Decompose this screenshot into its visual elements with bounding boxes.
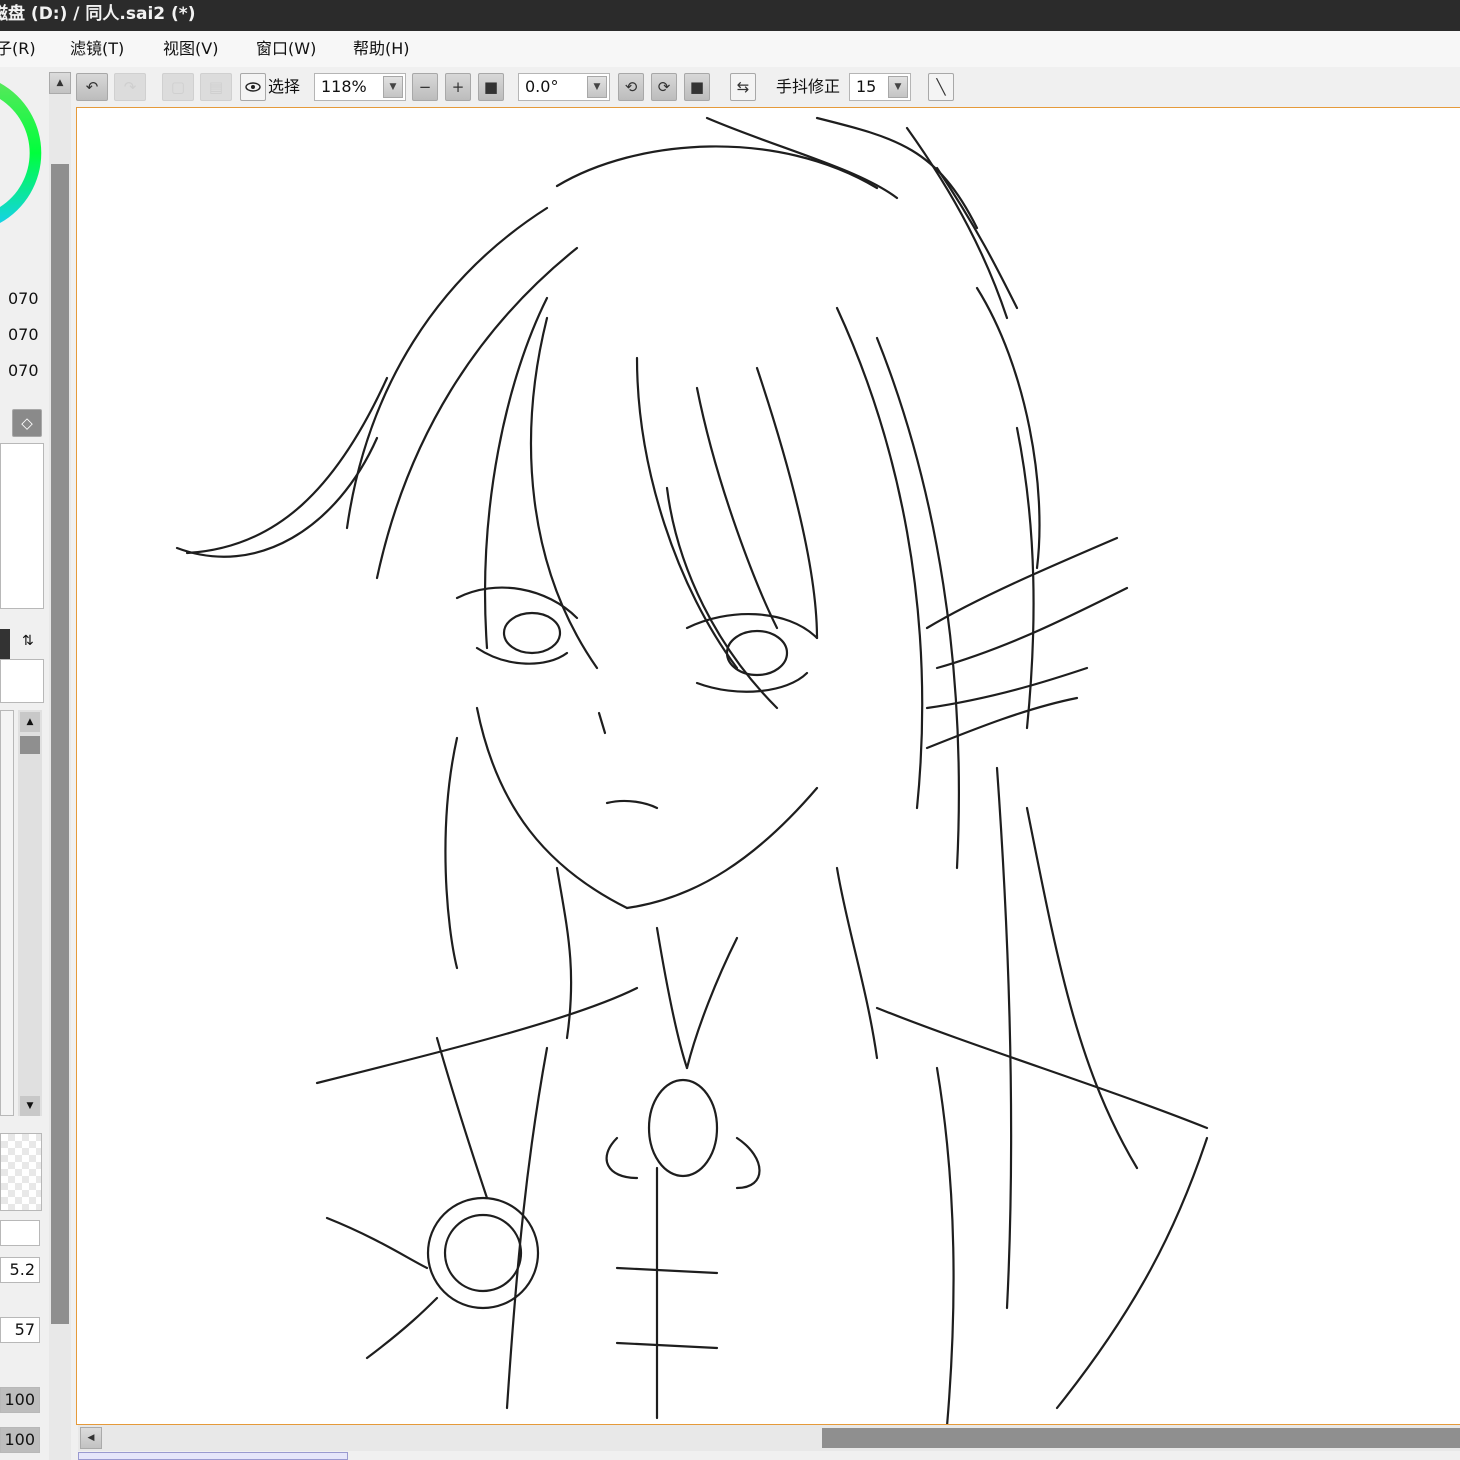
horizontal-scroll-thumb[interactable] bbox=[822, 1428, 1460, 1448]
tool-list-scroll-thumb[interactable] bbox=[20, 736, 40, 754]
flip-horizontal-button[interactable]: ⇆ bbox=[730, 73, 756, 101]
menu-item-r[interactable]: 子(R) bbox=[0, 31, 36, 67]
chevron-up-icon[interactable]: ▲ bbox=[20, 712, 40, 732]
rotation-combo[interactable]: 0.0° ▼ bbox=[518, 73, 610, 101]
brush-shape-selector[interactable] bbox=[0, 1220, 40, 1246]
stabilizer-value: 15 bbox=[856, 77, 877, 96]
stabilizer-combo[interactable]: 15 ▼ bbox=[849, 73, 911, 101]
drawing-canvas[interactable] bbox=[76, 107, 1460, 1425]
vertical-scrollbar[interactable]: ▲ bbox=[49, 72, 71, 1460]
color-value-2[interactable]: 070 bbox=[8, 325, 39, 344]
menu-item-filter[interactable]: 滤镜(T) bbox=[70, 31, 124, 67]
chevron-up-icon[interactable]: ▲ bbox=[49, 72, 71, 94]
left-tool-panel: 070 070 070 ◇ ⇅ ▲ ▼ 5.2 57 100 100 bbox=[0, 67, 46, 1460]
eye-icon[interactable] bbox=[240, 73, 266, 101]
zoom-combo[interactable]: 118% ▼ bbox=[314, 73, 406, 101]
chevron-down-icon[interactable]: ▼ bbox=[587, 76, 607, 98]
menu-item-view[interactable]: 视图(V) bbox=[163, 31, 218, 67]
color-swatch-panel[interactable] bbox=[0, 443, 44, 609]
zoom-reset-button[interactable]: ■ bbox=[478, 73, 504, 101]
eraser-icon[interactable]: ◇ bbox=[12, 409, 42, 437]
horizontal-scrollbar[interactable]: ◀ bbox=[78, 1425, 1460, 1451]
deselect-button[interactable]: ▢ bbox=[162, 73, 194, 101]
tool-list[interactable] bbox=[0, 710, 14, 1116]
chevron-left-icon[interactable]: ◀ bbox=[80, 1427, 102, 1449]
opacity-slider-2[interactable]: 100 bbox=[0, 1427, 40, 1453]
rotate-left-button[interactable]: ⟲ bbox=[618, 73, 644, 101]
secondary-color-swatch[interactable] bbox=[0, 659, 44, 703]
rotate-right-button[interactable]: ⟳ bbox=[651, 73, 677, 101]
brush-size-input[interactable]: 5.2 bbox=[0, 1257, 40, 1283]
vertical-scroll-thumb[interactable] bbox=[51, 164, 69, 1324]
straight-line-button[interactable]: ╲ bbox=[928, 73, 954, 101]
stabilizer-label: 手抖修正 bbox=[776, 77, 841, 96]
zoom-in-button[interactable]: + bbox=[445, 73, 471, 101]
brush-density-input[interactable]: 57 bbox=[0, 1317, 40, 1343]
select-button[interactable]: ▤ bbox=[200, 73, 232, 101]
swap-colors-icon[interactable]: ⇅ bbox=[22, 633, 34, 649]
menu-item-window[interactable]: 窗口(W) bbox=[256, 31, 316, 67]
menu-item-help[interactable]: 帮助(H) bbox=[353, 31, 410, 67]
color-value-3[interactable]: 070 bbox=[8, 361, 39, 380]
chevron-down-icon[interactable]: ▼ bbox=[383, 76, 403, 98]
redo-button[interactable]: ↷ bbox=[114, 73, 146, 101]
rotation-value: 0.0° bbox=[525, 77, 559, 96]
opacity-slider-1[interactable]: 100 bbox=[0, 1387, 40, 1413]
zoom-out-button[interactable]: − bbox=[412, 73, 438, 101]
brush-texture-preview[interactable] bbox=[0, 1133, 42, 1211]
toolbar: ↶ ↷ ▢ ▤ 选择 118% ▼ − + ■ 0.0° ▼ ⟲ ⟳ ■ ⇆ 手… bbox=[46, 67, 1460, 107]
color-value-1[interactable]: 070 bbox=[8, 289, 39, 308]
tool-list-scrollbar[interactable]: ▲ ▼ bbox=[18, 710, 42, 1116]
document-tab[interactable] bbox=[78, 1452, 348, 1460]
rotate-reset-button[interactable]: ■ bbox=[684, 73, 710, 101]
sketch-artwork bbox=[175, 116, 1209, 1424]
menu-bar: 子(R) 滤镜(T) 视图(V) 窗口(W) 帮助(H) bbox=[0, 31, 1460, 68]
window-titlebar: 磁盘 (D:) / 同人.sai2 (*) bbox=[0, 0, 1460, 31]
zoom-value: 118% bbox=[321, 77, 367, 96]
chevron-down-icon[interactable]: ▼ bbox=[888, 76, 908, 98]
selection-label: 选择 bbox=[268, 77, 301, 96]
window-title: 磁盘 (D:) / 同人.sai2 (*) bbox=[0, 4, 196, 24]
undo-button[interactable]: ↶ bbox=[76, 73, 108, 101]
chevron-down-icon[interactable]: ▼ bbox=[20, 1096, 40, 1116]
color-wheel[interactable] bbox=[0, 67, 46, 237]
